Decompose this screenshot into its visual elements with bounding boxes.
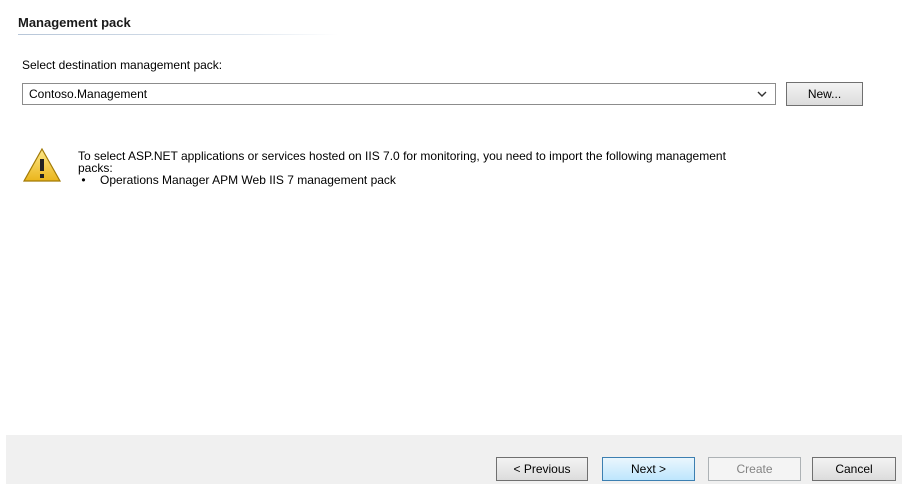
bullet-icon: • xyxy=(78,173,86,187)
warning-icon xyxy=(22,147,62,183)
new-management-pack-button[interactable]: New... xyxy=(786,82,863,106)
create-button[interactable]: Create xyxy=(708,457,801,481)
previous-button[interactable]: < Previous xyxy=(496,457,588,481)
section-title: Management pack xyxy=(18,15,131,30)
dropdown-selected-value: Contoso.Management xyxy=(29,87,148,101)
next-button[interactable]: Next > xyxy=(602,457,695,481)
chevron-down-icon[interactable] xyxy=(755,86,769,102)
management-pack-dropdown[interactable]: Contoso.Management xyxy=(22,83,776,105)
required-pack-name: Operations Manager APM Web IIS 7 managem… xyxy=(100,173,396,187)
destination-label: Select destination management pack: xyxy=(22,58,223,72)
wizard-page xyxy=(6,6,902,484)
message-line-1: To select ASP.NET applications or servic… xyxy=(78,149,726,163)
import-requirement-message: To select ASP.NET applications or servic… xyxy=(78,150,878,186)
section-divider xyxy=(18,34,338,35)
cancel-button[interactable]: Cancel xyxy=(812,457,896,481)
list-item: • Operations Manager APM Web IIS 7 manage… xyxy=(78,174,878,186)
